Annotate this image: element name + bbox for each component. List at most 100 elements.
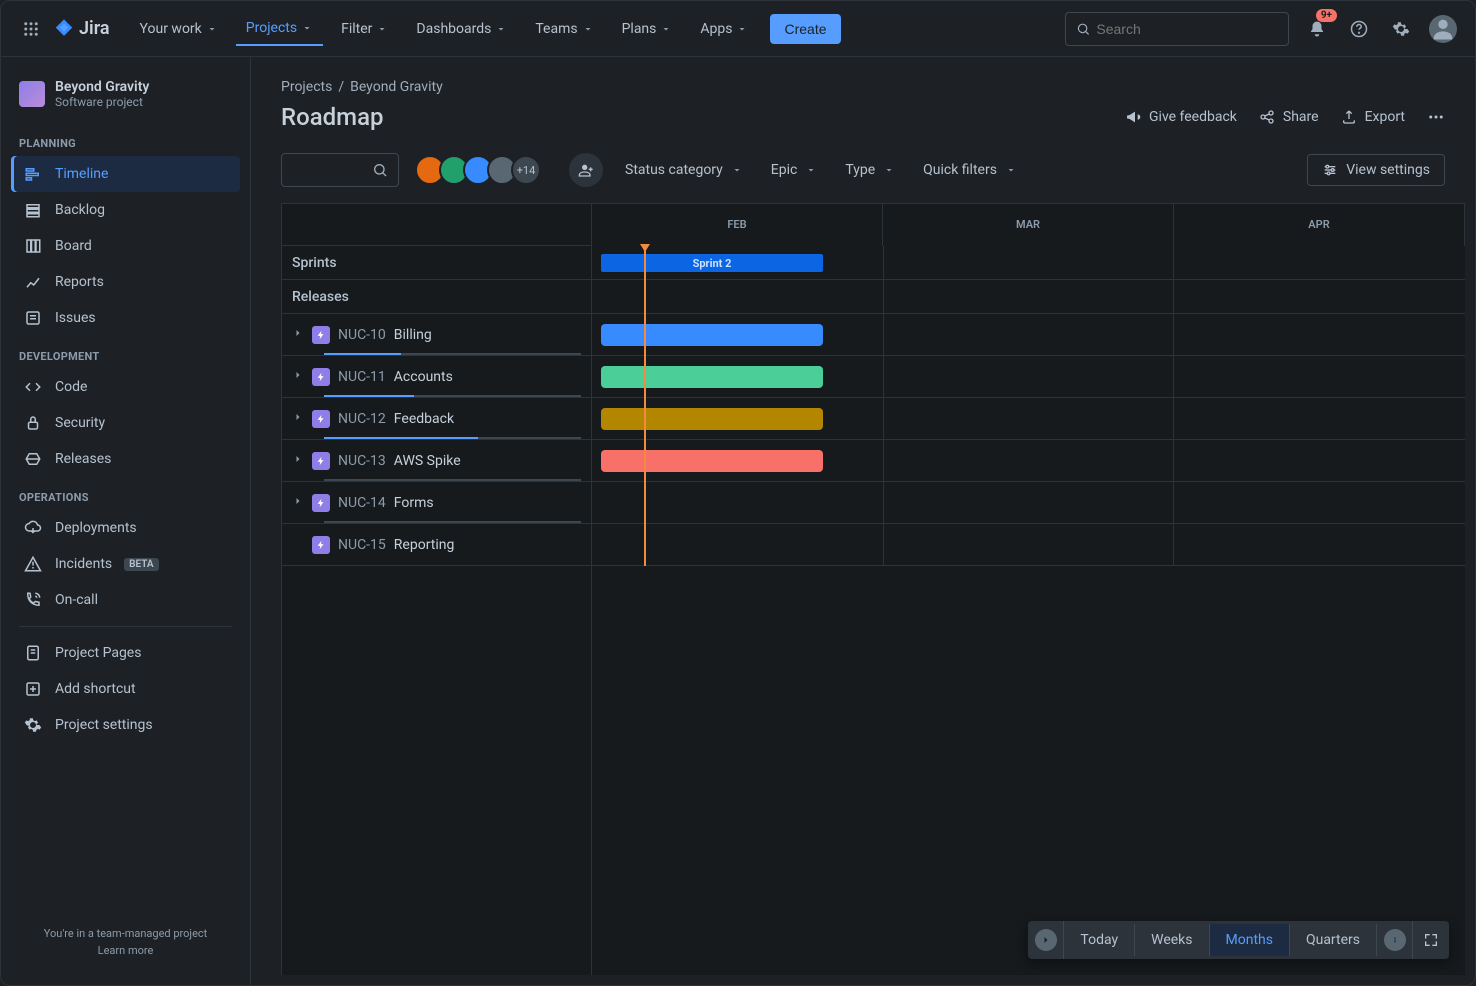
search-input[interactable] [1096, 21, 1278, 37]
help-icon[interactable] [1345, 15, 1373, 43]
epic-row[interactable]: NUC-12 Feedback [282, 398, 591, 440]
sidebar-item-releases[interactable]: Releases [11, 441, 240, 477]
settings-icon[interactable] [1387, 15, 1415, 43]
quarters-button[interactable]: Quarters [1290, 924, 1377, 956]
progress-bar [324, 479, 581, 481]
sidebar-item-reports[interactable]: Reports [11, 264, 240, 300]
legend-icon[interactable] [1377, 921, 1413, 959]
progress-bar [324, 353, 581, 355]
epic-row[interactable]: NUC-13 AWS Spike [282, 440, 591, 482]
global-search[interactable] [1065, 12, 1289, 46]
footer-learn-more[interactable]: Learn more [17, 944, 234, 957]
app-switcher-icon[interactable] [19, 17, 43, 41]
project-pages-icon [23, 643, 43, 663]
epic-row[interactable]: NUC-14 Forms [282, 482, 591, 524]
nav-plans[interactable]: Plans [612, 12, 683, 46]
nav-dashboards[interactable]: Dashboards [406, 12, 517, 46]
sidebar: Beyond Gravity Software project PLANNING… [1, 57, 251, 985]
project-type: Software project [55, 95, 149, 109]
nav-projects[interactable]: Projects [236, 12, 323, 46]
project-header[interactable]: Beyond Gravity Software project [1, 69, 250, 123]
weeks-button[interactable]: Weeks [1135, 924, 1209, 956]
chevron-down-icon [731, 164, 743, 176]
sidebar-item-board[interactable]: Board [11, 228, 240, 264]
releases-row-label: Releases [282, 280, 591, 314]
epic-bar[interactable] [601, 450, 824, 472]
logo-text: Jira [79, 18, 110, 39]
scroll-right-icon[interactable] [1028, 921, 1064, 959]
project-icon [19, 81, 45, 107]
filter-type[interactable]: Type [845, 162, 895, 178]
sidebar-item-project-settings[interactable]: Project settings [11, 707, 240, 743]
breadcrumb-project[interactable]: Beyond Gravity [350, 79, 443, 95]
jira-logo[interactable]: Jira [53, 18, 110, 40]
top-nav: Jira Your workProjectsFilterDashboardsTe… [1, 1, 1475, 57]
notifications-icon[interactable]: 9+ [1303, 15, 1331, 43]
epic-name: AWS Spike [394, 453, 461, 469]
sidebar-item-backlog[interactable]: Backlog [11, 192, 240, 228]
sidebar-item-on-call[interactable]: On-call [11, 582, 240, 618]
export-icon [1341, 109, 1357, 125]
add-people-button[interactable] [569, 153, 603, 187]
nav-filter[interactable]: Filter [331, 12, 398, 46]
give-feedback-button[interactable]: Give feedback [1125, 109, 1237, 125]
months-button[interactable]: Months [1210, 924, 1290, 956]
avatar-more[interactable]: +14 [511, 155, 541, 185]
sidebar-item-deployments[interactable]: Deployments [11, 510, 240, 546]
view-settings-button[interactable]: View settings [1307, 154, 1445, 186]
today-button[interactable]: Today [1064, 924, 1135, 956]
chevron-right-icon[interactable] [292, 495, 304, 511]
month-header: APR [1174, 204, 1465, 246]
filter-quick-filters[interactable]: Quick filters [923, 162, 1017, 178]
share-button[interactable]: Share [1259, 109, 1319, 125]
epic-key: NUC-14 [338, 495, 386, 511]
filter-status-category[interactable]: Status category [625, 162, 743, 178]
nav-teams[interactable]: Teams [525, 12, 603, 46]
roadmap-search[interactable] [281, 153, 399, 187]
fullscreen-icon[interactable] [1413, 924, 1449, 956]
section-operations: OPERATIONS [1, 477, 250, 510]
search-icon [1076, 21, 1090, 37]
project-name: Beyond Gravity [55, 79, 149, 95]
chevron-right-icon[interactable] [292, 453, 304, 469]
chevron-right-icon[interactable] [292, 411, 304, 427]
chevron-down-icon [1005, 164, 1017, 176]
chevron-down-icon [582, 23, 594, 35]
chevron-right-icon[interactable] [292, 327, 304, 343]
add-person-icon [578, 162, 594, 178]
filter-epic[interactable]: Epic [771, 162, 818, 178]
sprint-bar[interactable]: Sprint 2 [601, 254, 824, 272]
avatar-stack[interactable]: +14 [421, 155, 541, 185]
nav-apps[interactable]: Apps [690, 12, 758, 46]
epic-row[interactable]: NUC-11 Accounts [282, 356, 591, 398]
sidebar-item-timeline[interactable]: Timeline [11, 156, 240, 192]
epic-row[interactable]: NUC-10 Billing [282, 314, 591, 356]
sidebar-item-incidents[interactable]: IncidentsBETA [11, 546, 240, 582]
more-actions-icon[interactable] [1427, 108, 1445, 126]
sidebar-item-code[interactable]: Code [11, 369, 240, 405]
sliders-icon [1322, 162, 1338, 178]
create-button[interactable]: Create [770, 14, 840, 44]
nav-your-work[interactable]: Your work [130, 12, 228, 46]
epic-key: NUC-12 [338, 411, 386, 427]
progress-bar [324, 437, 581, 439]
epic-bar[interactable] [601, 408, 824, 430]
export-button[interactable]: Export [1341, 109, 1405, 125]
sidebar-item-project-pages[interactable]: Project Pages [11, 635, 240, 671]
sidebar-item-security[interactable]: Security [11, 405, 240, 441]
epic-bar[interactable] [601, 366, 824, 388]
profile-avatar[interactable] [1429, 15, 1457, 43]
epic-bar[interactable] [601, 324, 824, 346]
sidebar-item-add-shortcut[interactable]: Add shortcut [11, 671, 240, 707]
code-icon [23, 377, 43, 397]
chevron-down-icon [495, 23, 507, 35]
epic-icon [312, 494, 330, 512]
epic-name: Reporting [394, 537, 455, 553]
sidebar-item-issues[interactable]: Issues [11, 300, 240, 336]
timeline: Sprints Releases NUC-10 Billing NUC-11 A… [281, 203, 1465, 975]
epic-icon [312, 410, 330, 428]
chevron-right-icon[interactable] [292, 369, 304, 385]
breadcrumb-root[interactable]: Projects [281, 79, 332, 95]
epic-row[interactable]: NUC-15 Reporting [282, 524, 591, 566]
chevron-down-icon [736, 23, 748, 35]
